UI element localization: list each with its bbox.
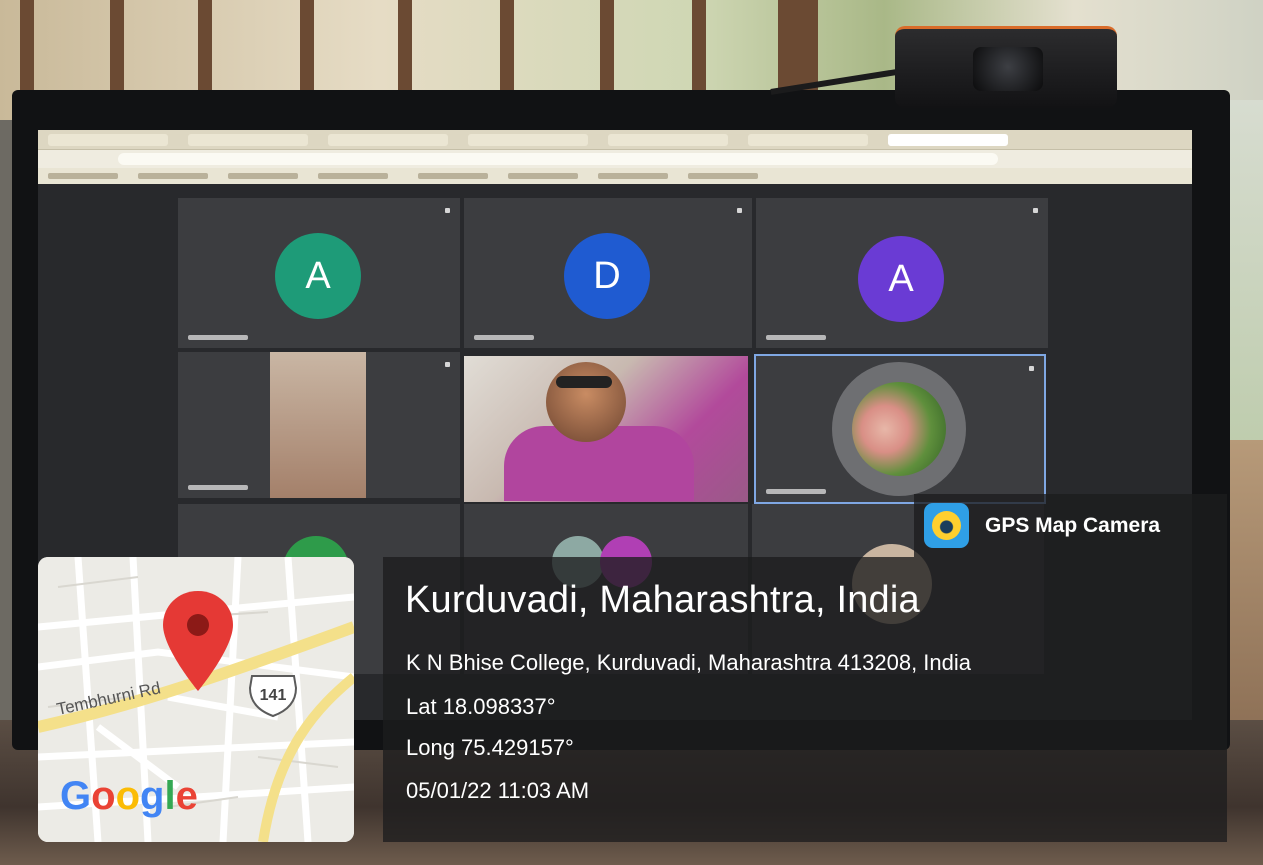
location-info-panel: Kurduvadi, Maharashtra, India K N Bhise … [383, 557, 1227, 842]
latitude: Lat 18.098337° [406, 694, 556, 719]
browser-tab [188, 134, 308, 146]
browser-tab-strip [38, 130, 1192, 150]
svg-text:141: 141 [260, 687, 287, 704]
browser-tab [48, 134, 168, 146]
browser-tab [468, 134, 588, 146]
video-feed [464, 356, 748, 502]
location-address: K N Bhise College, Kurduvadi, Maharashtr… [406, 650, 972, 675]
participant-tile [178, 352, 460, 498]
google-logo: Google [60, 774, 198, 818]
browser-tab-active [888, 134, 1008, 146]
browser-tab [748, 134, 868, 146]
map-thumbnail[interactable]: Tembhurni Rd 141 Google [38, 557, 354, 842]
browser-address-bar [38, 150, 1192, 168]
browser-tab [328, 134, 448, 146]
map-graphic: Tembhurni Rd 141 Google [38, 557, 354, 842]
participant-avatar: D [564, 233, 650, 319]
participant-profile [832, 362, 966, 496]
gps-map-camera-badge: GPS Map Camera [914, 494, 1227, 557]
camera-app-icon [924, 503, 969, 548]
webcam-icon [895, 26, 1117, 108]
participant-tile-active [754, 354, 1046, 504]
participant-tile: D [464, 198, 752, 348]
app-name: GPS Map Camera [985, 514, 1161, 537]
participant-tile: A [756, 198, 1048, 348]
participant-tile [464, 356, 748, 502]
participant-tile: A [178, 198, 460, 348]
browser-bookmarks-bar [38, 168, 1192, 184]
participant-avatar: A [275, 233, 361, 319]
longitude: Long 75.429157° [406, 735, 574, 760]
video-feed [270, 352, 366, 498]
location-title: Kurduvadi, Maharashtra, India [405, 579, 920, 621]
participant-avatar: A [858, 236, 944, 322]
timestamp: 05/01/22 11:03 AM [406, 778, 590, 803]
browser-tab [608, 134, 728, 146]
